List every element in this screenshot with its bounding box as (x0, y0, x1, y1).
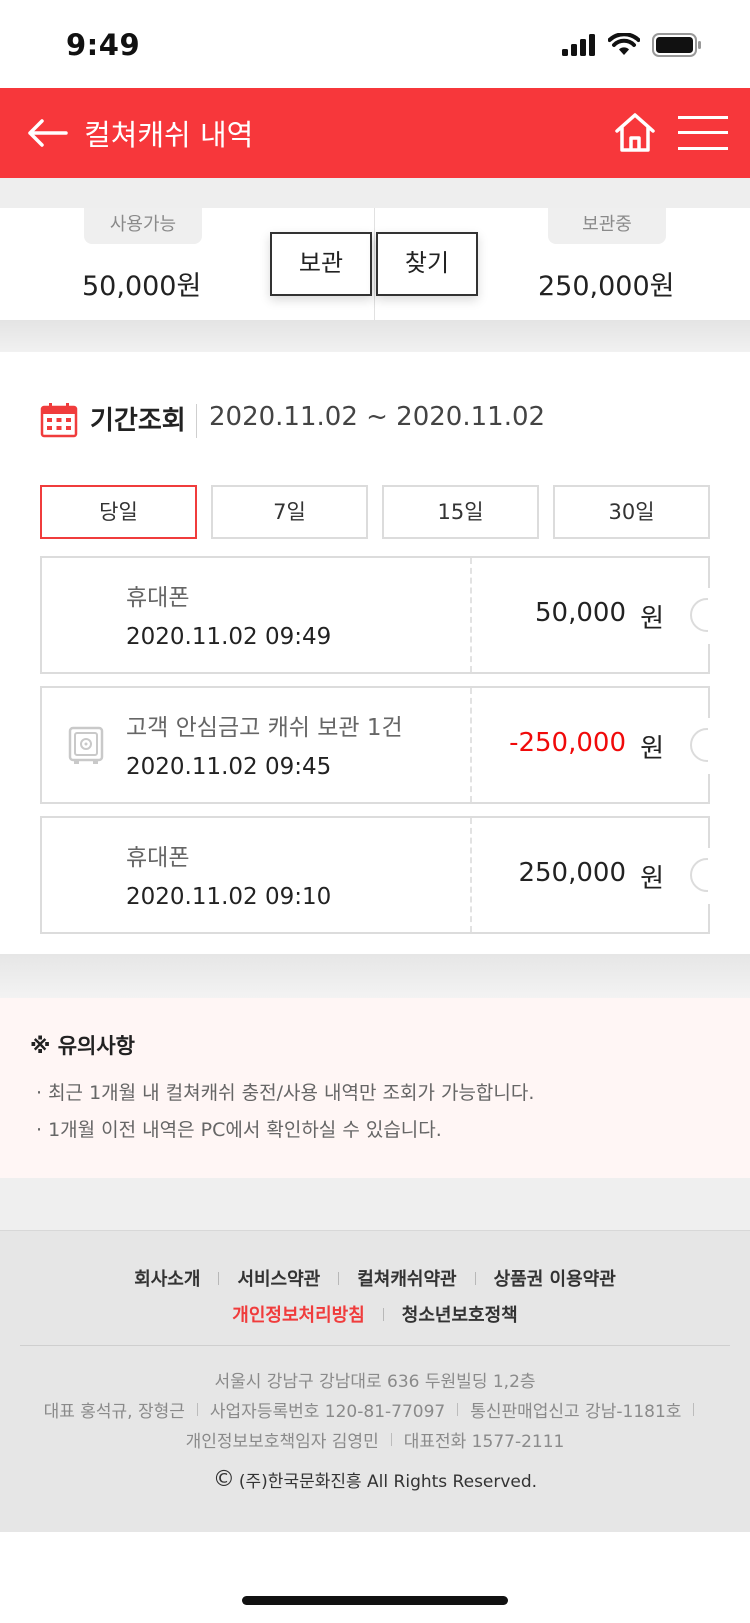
ticket-dashed-line (470, 818, 472, 932)
hamburger-menu-icon[interactable] (678, 114, 728, 152)
summary-divider (374, 208, 375, 320)
list-item[interactable]: 고객 안심금고 캐쉬 보관 1건 2020.11.02 09:45 -250,0… (40, 686, 726, 804)
page-title: 컬쳐캐쉬 내역 (84, 118, 254, 152)
status-bar: 9:49 (0, 0, 750, 88)
footer-links: 회사소개 서비스약관 컬쳐캐쉬약관 상품권 이용약관 (0, 1265, 750, 1291)
copyright-text: (주)한국문화진흥 All Rights Reserved. (238, 1472, 538, 1492)
footer-divider (20, 1345, 730, 1346)
period-tabs: 당일 7일 15일 30일 (40, 485, 710, 539)
record-time: 2020.11.02 09:10 (126, 884, 332, 910)
copyright-icon: © (212, 1467, 235, 1492)
home-icon[interactable] (613, 110, 657, 154)
link-separator (218, 1271, 220, 1285)
period-separator (196, 404, 197, 438)
status-icons (562, 33, 702, 57)
record-unit: 원 (640, 734, 664, 764)
record-title: 휴대폰 (126, 585, 190, 611)
stored-amount: 250,000원 (538, 271, 675, 302)
home-indicator[interactable] (242, 1596, 508, 1605)
notice-title: ※ 유의사항 (30, 1034, 136, 1058)
mail-order-text: 통신판매업신고 강남-1181호 (470, 1402, 682, 1422)
company-contact: 개인정보보호책임자 김영민 대표전화 1577-2111 (0, 1427, 750, 1452)
record-unit: 원 (640, 604, 664, 634)
calendar-icon (40, 403, 78, 438)
record-amount: 250,000 (518, 858, 626, 888)
tab-30days[interactable]: 30일 (553, 485, 710, 539)
business-number-text: 사업자등록번호 120-81-77097 (209, 1402, 446, 1422)
app-header: 컬쳐캐쉬 내역 (0, 88, 750, 178)
list-item[interactable]: 휴대폰 2020.11.02 09:10 250,000 원 (40, 816, 726, 934)
notice-item: · 최근 1개월 내 컬쳐캐쉬 충전/사용 내역만 조회가 가능합니다. (36, 1082, 535, 1104)
period-label: 기간조회 (90, 406, 186, 436)
list-item[interactable]: 휴대폰 2020.11.02 09:49 50,000 원 (40, 556, 726, 674)
cellular-signal-icon (562, 34, 595, 56)
record-title: 휴대폰 (126, 845, 190, 871)
record-unit: 원 (640, 864, 664, 894)
safe-icon (68, 726, 104, 764)
tab-15days[interactable]: 15일 (382, 485, 539, 539)
period-range: 2020.11.02 ~ 2020.11.02 (209, 402, 546, 432)
footer: 회사소개 서비스약관 컬쳐캐쉬약관 상품권 이용약관 개인정보처리방침 청소년보… (0, 1230, 750, 1532)
back-arrow-icon[interactable] (26, 116, 68, 150)
status-time: 9:49 (66, 28, 141, 62)
footer-link-company[interactable]: 회사소개 (134, 1265, 200, 1291)
footer-link-youth-policy[interactable]: 청소년보호정책 (402, 1301, 518, 1327)
balance-summary: 사용가능 50,000원 보관중 250,000원 보관 찾기 (0, 208, 750, 320)
record-list: 휴대폰 2020.11.02 09:49 50,000 원 고객 안심금고 캐쉬… (40, 556, 726, 946)
separator (0, 178, 750, 208)
company-info: 대표 홍석규, 장형근 사업자등록번호 120-81-77097 통신판매업신고… (0, 1397, 750, 1422)
battery-icon (652, 33, 701, 57)
available-badge: 사용가능 (84, 208, 202, 244)
record-time: 2020.11.02 09:49 (126, 624, 332, 650)
wifi-icon (608, 33, 640, 55)
phone-text: 대표전화 1577-2111 (403, 1432, 565, 1452)
ceo-text: 대표 홍석규, 장형근 (43, 1402, 185, 1422)
find-button[interactable]: 찾기 (376, 232, 478, 296)
record-amount: -250,000 (509, 728, 626, 758)
stored-badge: 보관중 (548, 208, 666, 244)
footer-link-privacy-policy[interactable]: 개인정보처리방침 (232, 1301, 364, 1327)
period-section: 기간조회 2020.11.02 ~ 2020.11.02 당일 7일 15일 3… (0, 352, 750, 954)
copyright: © (주)한국문화진흥 All Rights Reserved. (0, 1467, 750, 1492)
tab-7days[interactable]: 7일 (211, 485, 368, 539)
footer-links: 개인정보처리방침 청소년보호정책 (0, 1301, 750, 1327)
address-text: 서울시 강남구 강남대로 636 두원빌딩 1,2층 (214, 1372, 536, 1392)
notice-item: · 1개월 이전 내역은 PC에서 확인하실 수 있습니다. (36, 1119, 442, 1141)
ticket-dashed-line (470, 558, 472, 672)
notice-box: ※ 유의사항 · 최근 1개월 내 컬쳐캐쉬 충전/사용 내역만 조회가 가능합… (0, 998, 750, 1178)
company-address: 서울시 강남구 강남대로 636 두원빌딩 1,2층 (0, 1367, 750, 1392)
link-separator (338, 1271, 340, 1285)
record-amount: 50,000 (535, 598, 626, 628)
separator (0, 1178, 750, 1230)
available-amount: 50,000원 (82, 271, 202, 302)
record-time: 2020.11.02 09:45 (126, 754, 332, 780)
store-button[interactable]: 보관 (270, 232, 372, 296)
link-separator (474, 1271, 476, 1285)
privacy-officer-text: 개인정보보호책임자 김영민 (185, 1432, 379, 1452)
tab-today[interactable]: 당일 (40, 485, 197, 539)
footer-link-service-terms[interactable]: 서비스약관 (237, 1265, 320, 1291)
link-separator (382, 1307, 384, 1321)
separator (0, 954, 750, 998)
footer-link-culturecash-terms[interactable]: 컬쳐캐쉬약관 (357, 1265, 456, 1291)
footer-link-giftcard-terms[interactable]: 상품권 이용약관 (494, 1265, 616, 1291)
separator (0, 320, 750, 352)
record-title: 고객 안심금고 캐쉬 보관 1건 (126, 715, 403, 741)
ticket-dashed-line (470, 688, 472, 802)
